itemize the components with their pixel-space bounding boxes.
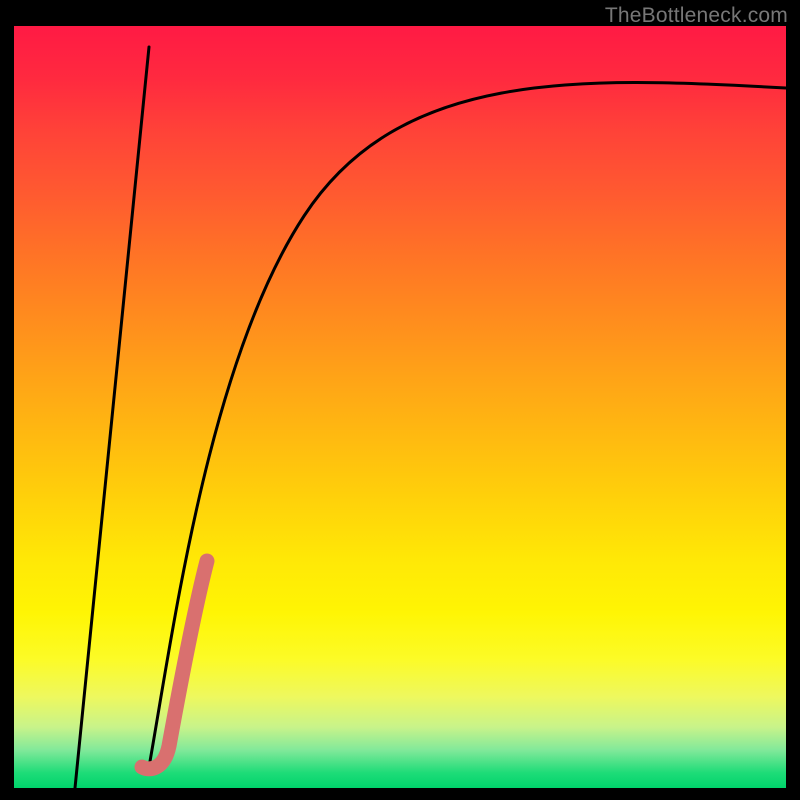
curve-left-segment — [75, 47, 149, 788]
curve-right-segment — [149, 83, 786, 767]
chart-svg — [14, 26, 786, 788]
curve-highlight-segment — [142, 561, 207, 769]
watermark-text: TheBottleneck.com — [605, 4, 788, 28]
chart-plot-area — [14, 26, 786, 788]
